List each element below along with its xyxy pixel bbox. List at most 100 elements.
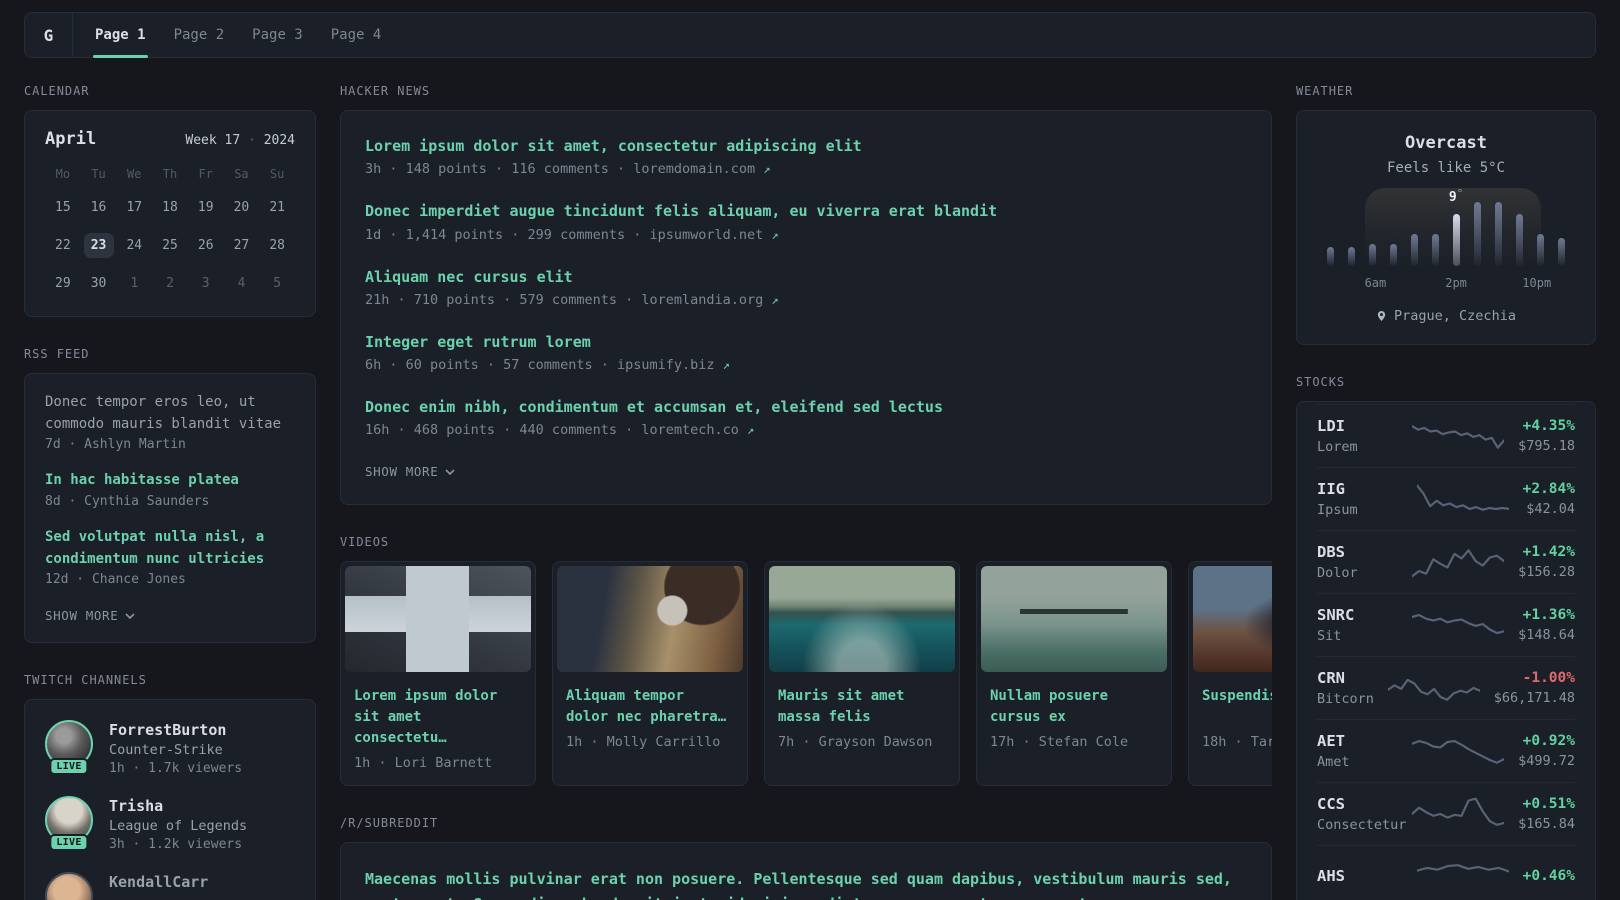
video-card[interactable]: Mauris sit amet massa felis 7h · Grayson… xyxy=(764,561,960,787)
chevron-down-icon xyxy=(125,613,135,619)
news-item-title[interactable]: Integer eget rutrum lorem xyxy=(365,331,1247,354)
external-link-icon: ↗ xyxy=(771,292,779,307)
video-thumbnail[interactable] xyxy=(345,566,531,673)
rss-item-meta: 7d · Ashlyn Martin xyxy=(45,437,186,453)
rss-item-title[interactable]: Donec tempor eros leo, ut commodo mauris… xyxy=(45,392,295,435)
news-item-title[interactable]: Lorem ipsum dolor sit amet, consectetur … xyxy=(365,135,1247,158)
video-thumbnail[interactable] xyxy=(769,566,955,673)
stock-change-percent: +2.84% xyxy=(1522,481,1575,497)
video-thumbnail[interactable] xyxy=(557,566,743,673)
video-title[interactable]: Suspendisse diam xyxy=(1189,676,1272,728)
stock-row[interactable]: IIG Ipsum +2.84% $42.04 xyxy=(1317,467,1575,530)
subreddit-section-title: /R/SUBREDDIT xyxy=(340,816,439,831)
stocks-widget: STOCKS LDI Lorem +4.35% $795.18 IIG Ipsu… xyxy=(1296,375,1596,900)
stock-symbol: AET xyxy=(1317,732,1345,750)
videos-row: Lorem ipsum dolor sit amet consectetu… 1… xyxy=(340,561,1272,787)
stock-sparkline xyxy=(1412,797,1505,826)
news-item-domain-link[interactable]: loremlandia.org xyxy=(641,292,763,308)
weather-condition: Overcast xyxy=(1405,133,1487,153)
stock-row[interactable]: CCS Consectetur +0.51% $165.84 xyxy=(1317,782,1575,845)
stock-row[interactable]: LDI Lorem +4.35% $795.18 xyxy=(1317,404,1575,467)
hacker-news-section-title: HACKER NEWS xyxy=(340,84,431,98)
weather-widget: WEATHER Overcast Feels like 5°C 9° 6am 2p… xyxy=(1296,84,1596,345)
stock-row[interactable]: DBS Dolor +1.42% $156.28 xyxy=(1317,530,1575,593)
news-item-title[interactable]: Aliquam nec cursus elit xyxy=(365,266,1247,289)
location-pin-icon xyxy=(1377,310,1386,322)
calendar-day: 25 xyxy=(162,238,178,253)
stock-identity: SNRC Sit xyxy=(1317,606,1412,644)
dashboard-columns: CALENDAR April Week 17 · 2024 Mo Tu We Th Fr… xyxy=(24,84,1596,900)
weather-time-labels: 6am 2pm 10pm xyxy=(1325,276,1567,292)
news-item-domain-link[interactable]: loremtech.co xyxy=(641,422,739,438)
twitch-channel-row[interactable]: LIVE Trisha League of Legends 3h · 1.2k … xyxy=(45,796,295,852)
rss-item-title[interactable]: Sed volutpat nulla nisl, a condimentum n… xyxy=(45,527,295,570)
stock-change-percent: +1.36% xyxy=(1522,607,1575,623)
twitch-card: LIVE ForrestBurton Counter-Strike 1h · 1… xyxy=(24,699,316,900)
channel-info: Trisha League of Legends 3h · 1.2k viewe… xyxy=(109,796,247,852)
twitch-channel-row[interactable]: LIVE ForrestBurton Counter-Strike 1h · 1… xyxy=(45,720,295,776)
video-title[interactable]: Lorem ipsum dolor sit amet consectetu… xyxy=(341,676,535,749)
news-item-domain-link[interactable]: ipsumify.biz xyxy=(617,357,715,373)
channel-game: Counter-Strike xyxy=(109,742,223,759)
calendar-dow-label: Mo xyxy=(55,167,71,181)
avatar xyxy=(45,872,93,900)
reddit-post-title[interactable]: Maecenas mollis pulvinar erat non posuer… xyxy=(365,867,1247,900)
video-thumbnail[interactable] xyxy=(981,566,1167,673)
calendar-day: 4 xyxy=(237,276,246,291)
video-card[interactable]: Suspendisse diam 18h · Tara xyxy=(1188,561,1272,787)
hacker-news-list: Lorem ipsum dolor sit amet, consectetur … xyxy=(365,135,1247,438)
rss-show-more-button[interactable]: SHOW MORE xyxy=(45,608,135,623)
stock-name: Consectetur xyxy=(1317,817,1407,833)
stock-name: Bitcorn xyxy=(1317,691,1374,707)
app-logo[interactable]: G xyxy=(25,13,73,57)
hacker-news-show-more-button[interactable]: SHOW MORE xyxy=(365,464,455,479)
channel-meta: 1h · 1.7k viewers xyxy=(109,761,243,777)
channel-avatar-image xyxy=(45,872,93,900)
weather-feels-like: Feels like 5°C xyxy=(1386,160,1505,176)
stock-change-percent: +4.35% xyxy=(1522,418,1575,434)
calendar-day: 30 xyxy=(90,276,107,291)
calendar-day: 26 xyxy=(197,238,214,253)
twitch-channel-row[interactable]: KendallCarr xyxy=(45,872,295,900)
video-title[interactable]: Mauris sit amet massa felis xyxy=(765,676,959,728)
video-meta: 17h · Stefan Cole xyxy=(990,734,1129,751)
nav-tab[interactable]: Page 4 xyxy=(317,13,396,57)
news-item-title[interactable]: Donec enim nibh, condimentum et accumsan… xyxy=(365,396,1247,419)
video-title[interactable]: Aliquam tempor dolor nec pharetra… xyxy=(553,676,747,728)
news-item-domain-link[interactable]: ipsumworld.net xyxy=(649,227,763,243)
rss-item-title[interactable]: In hac habitasse platea xyxy=(45,470,295,492)
calendar-day: 20 xyxy=(233,200,250,215)
video-card[interactable]: Aliquam tempor dolor nec pharetra… 1h · … xyxy=(552,561,748,787)
stock-row[interactable]: AHS +0.46% xyxy=(1317,845,1575,900)
news-item-title[interactable]: Donec imperdiet augue tincidunt felis al… xyxy=(365,200,1247,223)
stock-name: Dolor xyxy=(1317,565,1358,581)
video-thumbnail[interactable] xyxy=(1193,566,1272,673)
video-card[interactable]: Lorem ipsum dolor sit amet consectetu… 1… xyxy=(340,561,536,787)
calendar-day: 3 xyxy=(201,276,210,291)
reddit-post: Maecenas mollis pulvinar erat non posuer… xyxy=(365,867,1247,900)
video-title[interactable]: Nullam posuere cursus ex xyxy=(977,676,1171,728)
stocks-section-title: STOCKS xyxy=(1296,375,1346,389)
external-link-icon: ↗ xyxy=(747,423,755,438)
stock-change-percent: +0.51% xyxy=(1522,796,1575,812)
nav-tab[interactable]: Page 2 xyxy=(160,13,239,57)
nav-tab[interactable]: Page 3 xyxy=(238,13,317,57)
stock-values: +0.51% $165.84 xyxy=(1518,796,1575,832)
stock-row[interactable]: SNRC Sit +1.36% $148.64 xyxy=(1317,593,1575,656)
video-meta: 1h · Lori Barnett xyxy=(354,755,493,772)
live-badge: LIVE xyxy=(49,758,89,776)
calendar-week-year: Week 17 · 2024 xyxy=(185,133,295,148)
stock-row[interactable]: CRN Bitcorn -1.00% $66,171.48 xyxy=(1317,656,1575,719)
stock-row[interactable]: AET Amet +0.92% $499.72 xyxy=(1317,719,1575,782)
stock-values: +4.35% $795.18 xyxy=(1518,418,1575,454)
news-item-meta: 6h · 60 points · 57 comments · ipsumify.… xyxy=(365,357,730,373)
external-link-icon: ↗ xyxy=(722,358,730,372)
rss-item-meta: 8d · Cynthia Saunders xyxy=(45,494,210,510)
nav-tab[interactable]: Page 1 xyxy=(81,13,160,58)
video-card[interactable]: Nullam posuere cursus ex 17h · Stefan Co… xyxy=(976,561,1172,787)
stocks-card: LDI Lorem +4.35% $795.18 IIG Ipsum +2.84… xyxy=(1296,401,1596,900)
stock-change-percent: +0.46% xyxy=(1522,868,1575,884)
calendar-days-grid: 15 16 17 18 19 20 21 22 23 24 25 26 27 28 29 30 1 2 3 4 5 xyxy=(45,195,295,296)
weather-bars xyxy=(1325,202,1567,266)
news-item-domain-link[interactable]: loremdomain.com xyxy=(633,161,755,177)
